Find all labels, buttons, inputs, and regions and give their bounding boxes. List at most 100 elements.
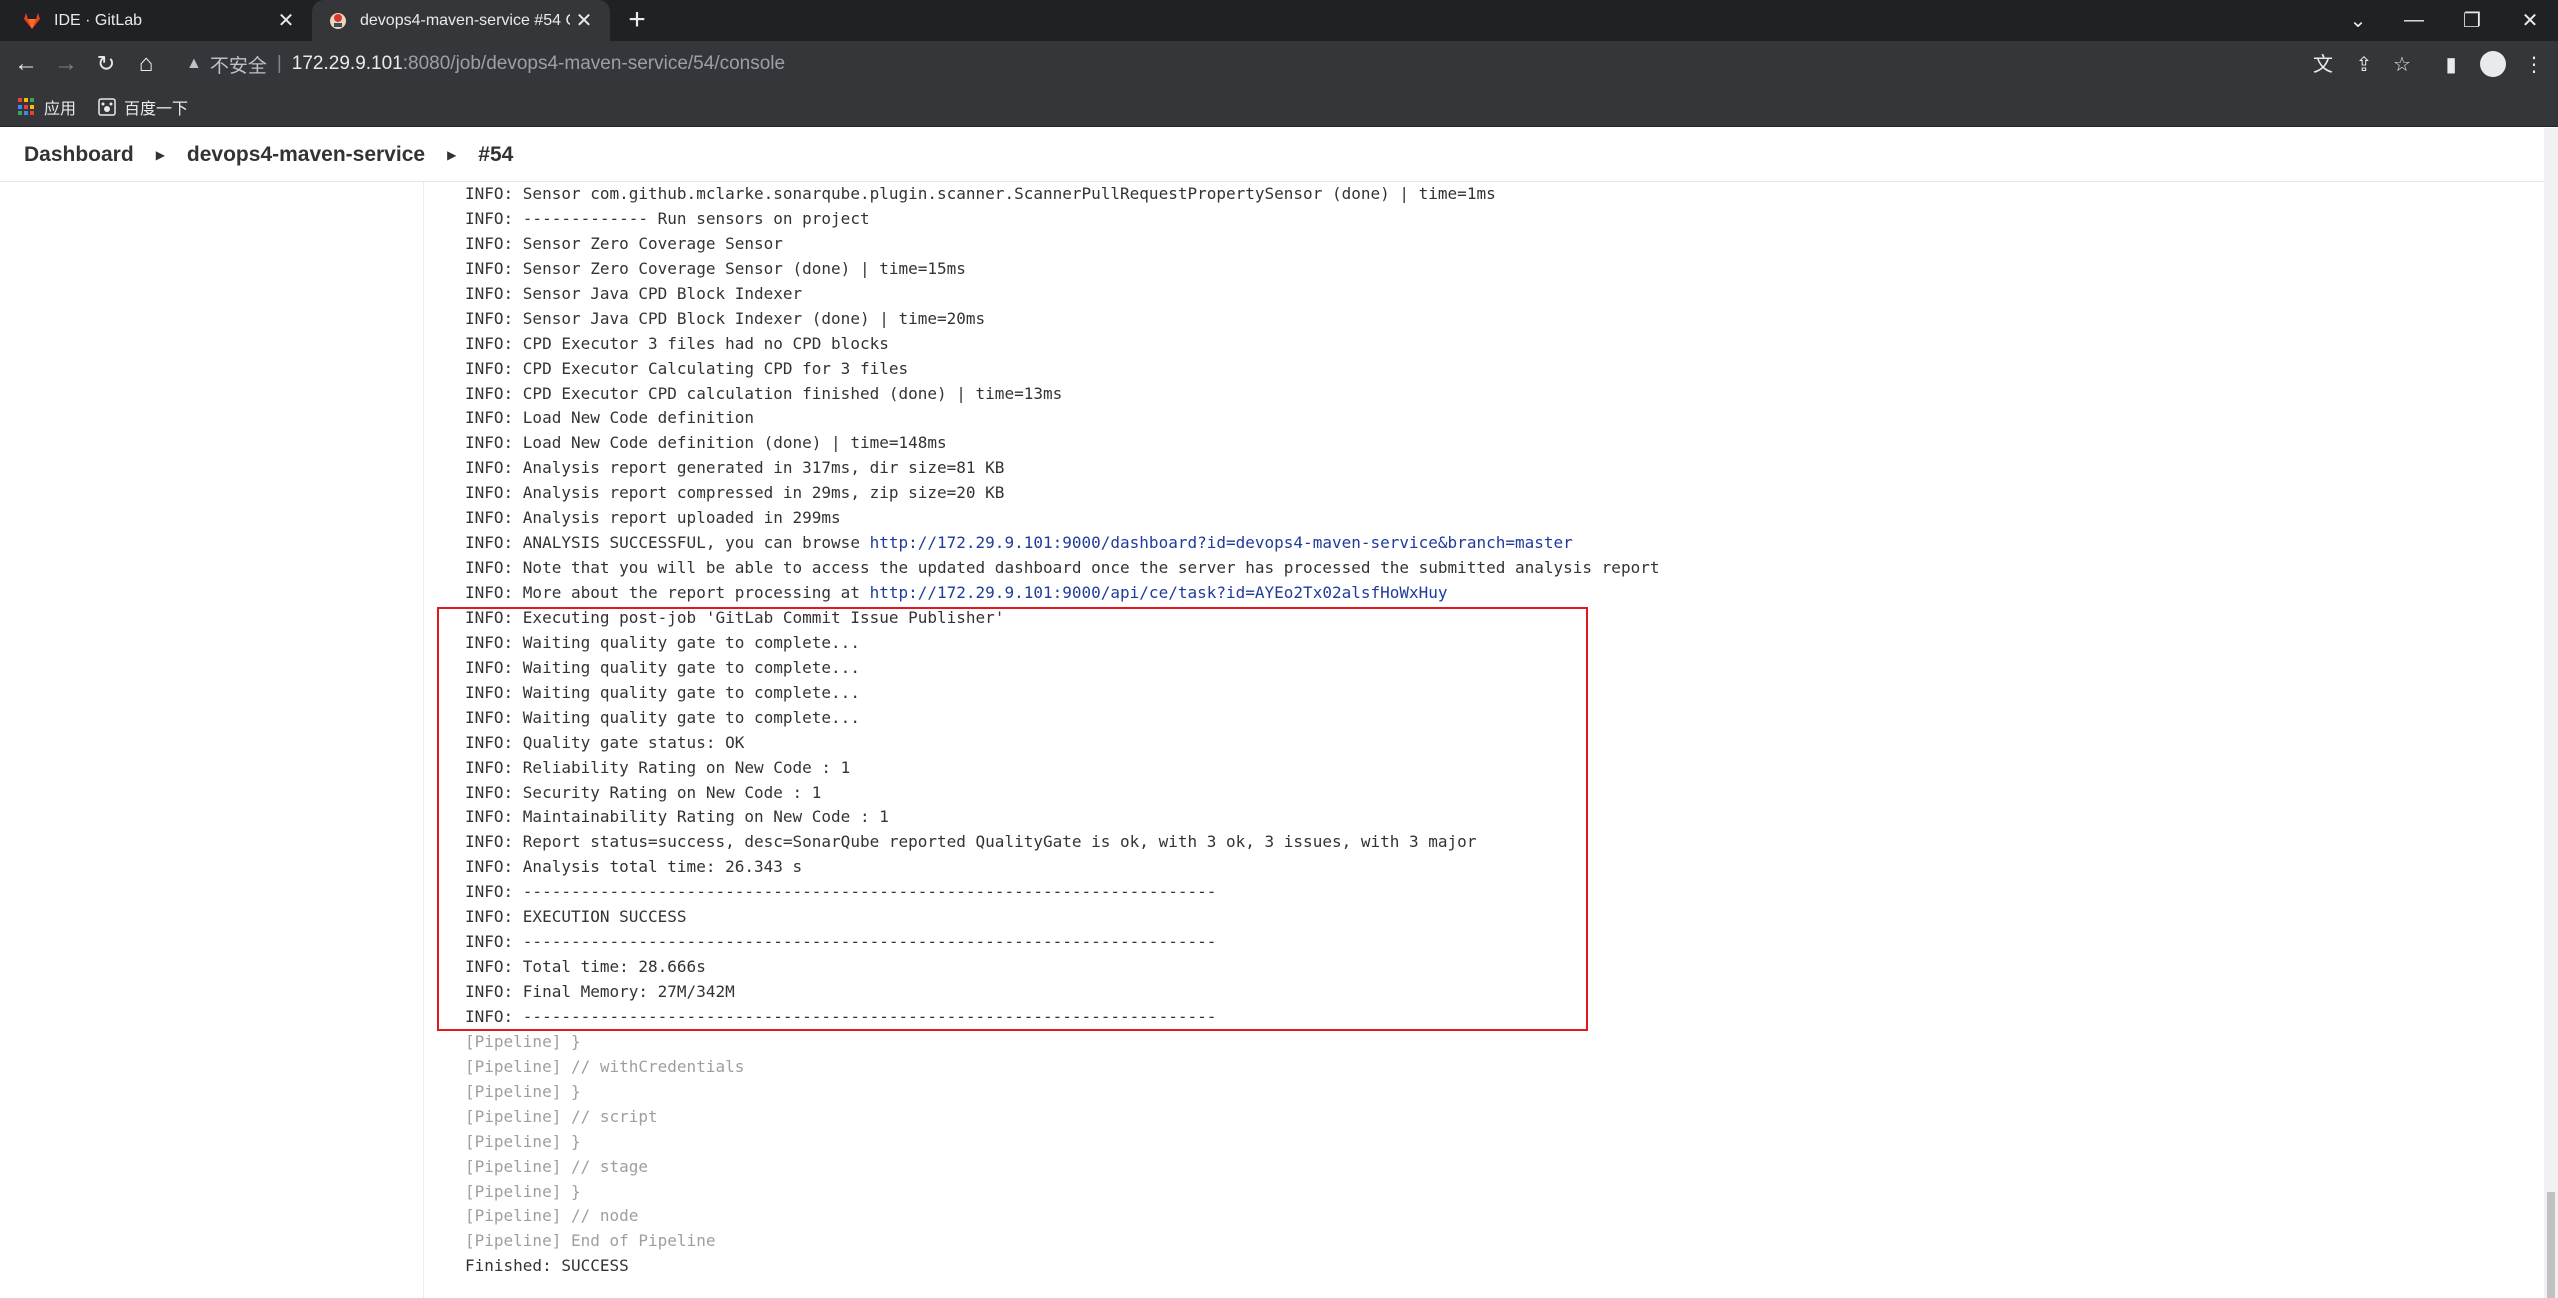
console-link[interactable]: http://172.29.9.101:9000/api/ce/task?id=… <box>870 583 1448 602</box>
address-separator: | <box>276 53 282 74</box>
security-status-label[interactable]: 不安全 <box>210 51 267 78</box>
console-line-text: INFO: Maintainability Rating on New Code… <box>465 807 889 827</box>
scrollbar-thumb[interactable] <box>2547 1192 2555 1298</box>
minimize-window-icon[interactable]: — <box>2386 0 2442 41</box>
console-line-text: [Pipeline] } <box>465 1081 581 1101</box>
console-line: [Pipeline] } <box>465 1130 1659 1155</box>
console-line-text: INFO: Load New Code definition (done) | … <box>465 433 947 453</box>
console-line: INFO: Sensor Java CPD Block Indexer (don… <box>465 307 1659 332</box>
console-line-text: INFO: CPD Executor Calculating CPD for 3… <box>465 358 909 378</box>
console-line: INFO: CPD Executor Calculating CPD for 3… <box>465 357 1659 382</box>
new-tab-button[interactable]: + <box>622 5 652 35</box>
bookmark-apps[interactable]: 应用 <box>18 95 76 119</box>
console-link[interactable]: http://172.29.9.101:9000/dashboard?id=de… <box>870 533 1573 552</box>
console-line-text: [Pipeline] } <box>465 1031 581 1051</box>
breadcrumb-dashboard[interactable]: Dashboard <box>24 143 134 167</box>
console-line: INFO: Maintainability Rating on New Code… <box>465 805 1659 830</box>
console-line-text: INFO: Waiting quality gate to complete..… <box>465 657 860 677</box>
console-line-text: INFO: ----------------------------------… <box>465 1006 1217 1026</box>
tab-search-chevron-icon[interactable]: ⌄ <box>2330 0 2386 41</box>
close-tab-icon[interactable]: ✕ <box>272 7 300 35</box>
console-line-text: INFO: Waiting quality gate to complete..… <box>465 682 860 702</box>
console-line: INFO: ----------------------------------… <box>465 930 1659 955</box>
console-line: INFO: Waiting quality gate to complete..… <box>465 656 1659 681</box>
apps-grid-icon <box>18 98 36 116</box>
console-line-text: INFO: Note that you will be able to acce… <box>465 558 1660 578</box>
console-line: INFO: Total time: 28.666s <box>465 955 1659 980</box>
console-line: INFO: CPD Executor 3 files had no CPD bl… <box>465 332 1659 357</box>
share-icon[interactable]: ⇪ <box>2350 51 2378 79</box>
console-line: [Pipeline] } <box>465 1180 1659 1205</box>
address-bar[interactable]: ▲ 不安全 | 172.29.9.101 :8080/job/devops4-m… <box>176 47 2376 81</box>
profile-avatar-icon[interactable] <box>2480 51 2506 77</box>
close-window-icon[interactable]: ✕ <box>2502 0 2558 41</box>
console-line: INFO: Waiting quality gate to complete..… <box>465 681 1659 706</box>
sidebar-divider <box>423 182 424 1298</box>
bookmark-baidu[interactable]: 百度一下 <box>98 95 188 119</box>
reload-icon[interactable]: ↻ <box>90 48 122 80</box>
chevron-right-icon[interactable]: ▶ <box>156 148 165 162</box>
console-line: [Pipeline] } <box>465 1030 1659 1055</box>
baidu-paw-icon <box>98 98 116 116</box>
gitlab-logo-icon <box>24 12 40 29</box>
console-line-text: INFO: CPD Executor CPD calculation finis… <box>465 383 1063 403</box>
home-icon[interactable]: ⌂ <box>130 48 162 80</box>
more-menu-icon[interactable]: ⋮ <box>2520 51 2548 79</box>
console-line: [Pipeline] // withCredentials <box>465 1055 1659 1080</box>
console-line: INFO: Reliability Rating on New Code : 1 <box>465 756 1659 781</box>
console-line-text: INFO: Sensor Java CPD Block Indexer (don… <box>465 308 986 328</box>
console-line-text: INFO: Quality gate status: OK <box>465 732 745 752</box>
console-line-text: INFO: Report status=success, desc=SonarQ… <box>465 832 1477 852</box>
warning-triangle-icon[interactable]: ▲ <box>186 55 202 73</box>
console-line: INFO: Load New Code definition (done) | … <box>465 431 1659 456</box>
console-line: INFO: ----------------------------------… <box>465 880 1659 905</box>
console-log: INFO: Sensor com.github.mclarke.sonarqub… <box>465 182 1659 1279</box>
back-arrow-icon[interactable]: ← <box>10 48 42 80</box>
console-line: [Pipeline] End of Pipeline <box>465 1229 1659 1254</box>
tab-ide-gitlab[interactable]: IDE · GitLab ✕ <box>0 0 312 41</box>
breadcrumb-build[interactable]: #54 <box>478 143 513 167</box>
bookmarks-bar: 应用 百度一下 <box>0 87 2558 127</box>
console-line-text: [Pipeline] End of Pipeline <box>465 1231 716 1251</box>
close-tab-icon[interactable]: ✕ <box>570 7 598 35</box>
console-line-text: INFO: EXECUTION SUCCESS <box>465 907 687 927</box>
console-line: INFO: Quality gate status: OK <box>465 731 1659 756</box>
console-line: INFO: More about the report processing a… <box>465 581 1659 606</box>
console-line-text: INFO: Security Rating on New Code : 1 <box>465 782 822 802</box>
page-scrollbar[interactable] <box>2544 128 2558 1298</box>
tab-title: devops4-maven-service #54 C <box>360 11 570 29</box>
console-line-text: INFO: Analysis total time: 26.343 s <box>465 857 803 877</box>
breadcrumb: Dashboard ▶ devops4-maven-service ▶ #54 <box>0 128 2544 182</box>
console-line-text: INFO: ANALYSIS SUCCESSFUL, you can brows… <box>465 533 870 553</box>
console-line: INFO: CPD Executor CPD calculation finis… <box>465 382 1659 407</box>
console-line: INFO: Sensor Zero Coverage Sensor <box>465 232 1659 257</box>
console-line-text: INFO: More about the report processing a… <box>465 583 870 602</box>
console-line-text: INFO: Analysis report uploaded in 299ms <box>465 508 841 528</box>
tab-jenkins-console[interactable]: devops4-maven-service #54 C ✕ <box>312 0 610 41</box>
console-line-text: [Pipeline] // withCredentials <box>465 1056 745 1076</box>
console-line-text: INFO: Waiting quality gate to complete..… <box>465 707 860 727</box>
console-line: INFO: Analysis report compressed in 29ms… <box>465 481 1659 506</box>
console-line-text: INFO: Waiting quality gate to complete..… <box>465 632 860 652</box>
translate-icon[interactable]: 文 <box>2309 51 2337 79</box>
console-line: INFO: Report status=success, desc=SonarQ… <box>465 830 1659 855</box>
console-line: INFO: Analysis total time: 26.343 s <box>465 855 1659 880</box>
chevron-right-icon[interactable]: ▶ <box>447 148 456 162</box>
console-line: INFO: Security Rating on New Code : 1 <box>465 781 1659 806</box>
console-line-text: INFO: CPD Executor 3 files had no CPD bl… <box>465 333 889 353</box>
console-line-text: INFO: Sensor Zero Coverage Sensor <box>465 233 783 253</box>
console-line: INFO: Waiting quality gate to complete..… <box>465 631 1659 656</box>
url-path: :8080/job/devops4-maven-service/54/conso… <box>402 53 786 74</box>
restore-window-icon[interactable]: ❐ <box>2444 0 2500 41</box>
forward-arrow-icon[interactable]: → <box>50 48 82 80</box>
console-line-text: INFO: Executing post-job 'GitLab Commit … <box>465 607 1005 627</box>
console-line-text: [Pipeline] } <box>465 1131 581 1151</box>
console-line-text: INFO: ------------- Run sensors on proje… <box>465 208 870 228</box>
console-line-text: INFO: Sensor Zero Coverage Sensor (done)… <box>465 258 966 278</box>
side-panel-icon[interactable]: ▮ <box>2437 51 2465 79</box>
breadcrumb-job[interactable]: devops4-maven-service <box>187 143 425 167</box>
console-line: Finished: SUCCESS <box>465 1254 1659 1279</box>
bookmark-label: 百度一下 <box>124 101 189 118</box>
console-line-text: INFO: ----------------------------------… <box>465 932 1217 952</box>
bookmark-star-icon[interactable]: ☆ <box>2388 51 2416 79</box>
